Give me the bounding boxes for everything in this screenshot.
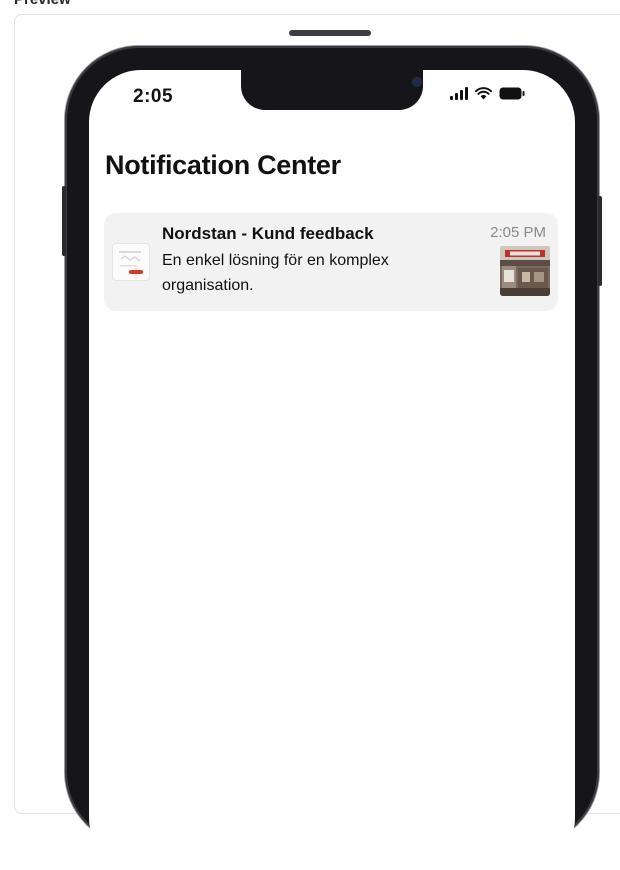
phone-screen: 2:05 Notification Center Nordstan - Kund… [89,70,575,870]
phone-mockup: 2:05 Notification Center Nordstan - Kund… [62,30,602,870]
app-logo-icon [112,243,150,281]
phone-speaker [289,30,371,36]
status-bar-icons [450,84,525,100]
signal-icon [450,87,468,100]
notification-card[interactable]: Nordstan - Kund feedback 2:05 PM En enke… [104,213,558,311]
attachment-thumbnail [500,246,550,296]
phone-volume-button [62,186,66,256]
notification-time: 2:05 PM [490,224,546,241]
phone-power-button [598,196,602,286]
wifi-icon [475,87,492,100]
notification-title: Nordstan - Kund feedback [162,224,374,243]
battery-icon [499,87,525,100]
page-label: Preview [14,0,71,8]
phone-notch [241,70,423,110]
notification-body: En enkel lösning för en komplex organisa… [162,252,389,294]
status-bar-time: 2:05 [133,86,174,107]
notification-center-title: Notification Center [105,150,341,180]
front-camera-icon [413,78,421,86]
